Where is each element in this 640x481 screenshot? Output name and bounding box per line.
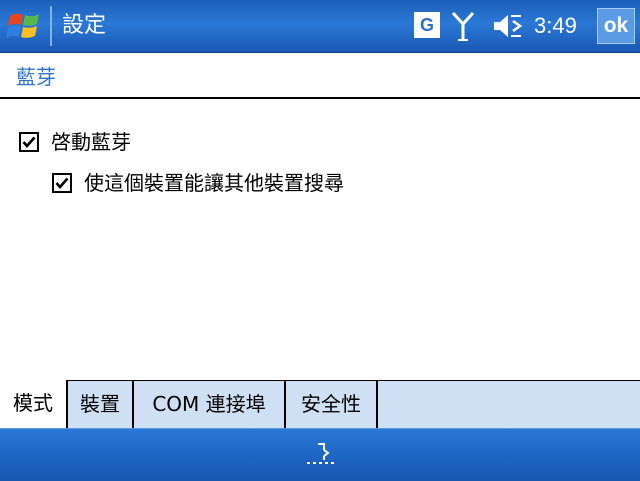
- clock[interactable]: 3:49: [534, 12, 577, 40]
- checkmark-icon: [55, 177, 69, 189]
- signal-antenna-icon[interactable]: [450, 10, 476, 42]
- enable-bluetooth-checkbox[interactable]: [19, 132, 39, 152]
- gprs-status-icon[interactable]: G: [414, 12, 440, 38]
- title-bar: 設定 G 3:49 ok: [0, 0, 640, 53]
- windows-start-icon[interactable]: [6, 8, 46, 44]
- tab-security[interactable]: 安全性: [286, 381, 378, 428]
- keyboard-input-icon[interactable]: [304, 441, 338, 469]
- checkmark-icon: [22, 136, 36, 148]
- ok-button[interactable]: ok: [597, 8, 635, 44]
- page-title: 藍芽: [16, 65, 56, 89]
- enable-bluetooth-label[interactable]: 啓動藍芽: [51, 128, 131, 156]
- window-title: 設定: [62, 13, 107, 38]
- discoverable-checkbox[interactable]: [52, 173, 72, 193]
- tab-bar: 模式 裝置 COM 連接埠 安全性: [0, 380, 640, 429]
- heading-divider: [0, 97, 640, 99]
- volume-muted-icon[interactable]: [492, 12, 524, 40]
- tab-devices[interactable]: 裝置: [68, 381, 134, 428]
- bottom-menu-bar: [0, 428, 640, 481]
- discoverable-label[interactable]: 使這個裝置能讓其他裝置搜尋: [84, 169, 344, 197]
- discoverable-option[interactable]: 使這個裝置能讓其他裝置搜尋: [52, 169, 344, 197]
- tab-mode[interactable]: 模式: [0, 380, 68, 429]
- title-separator: [50, 6, 52, 46]
- enable-bluetooth-option[interactable]: 啓動藍芽: [19, 128, 131, 156]
- tab-com-ports[interactable]: COM 連接埠: [134, 381, 286, 428]
